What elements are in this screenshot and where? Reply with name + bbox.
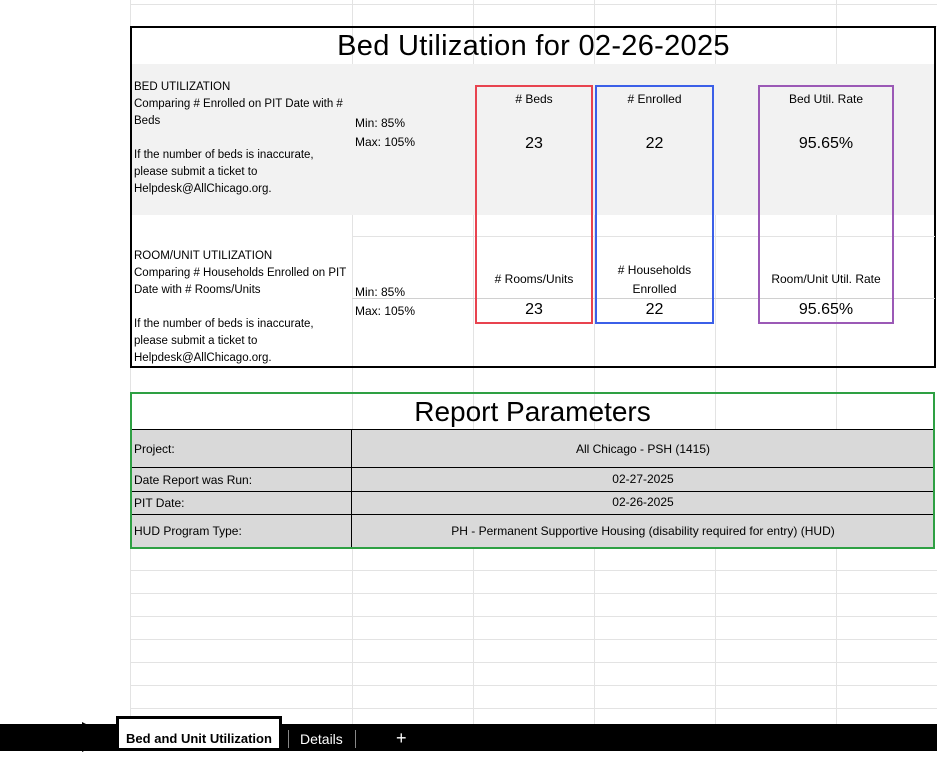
bed-thresholds: Min: 85% Max: 105% — [355, 114, 415, 152]
unit-section-description: ROOM/UNIT UTILIZATION Comparing # Househ… — [134, 248, 350, 367]
tab-separator — [288, 730, 289, 748]
bed-note-3: Helpdesk@AllChicago.org. — [134, 183, 272, 195]
arrow-annotation — [0, 734, 86, 740]
tab-bed-and-unit-utilization[interactable]: Bed and Unit Utilization — [116, 716, 282, 751]
unit-max: Max: 105% — [355, 304, 416, 318]
tab-separator — [355, 730, 356, 748]
report-parameters-box — [130, 392, 935, 549]
bed-note-2: please submit a ticket to — [134, 166, 258, 178]
unit-note-2: please submit a ticket to — [134, 335, 258, 347]
page-title: Bed Utilization for 02-26-2025 — [337, 30, 730, 62]
unit-heading: ROOM/UNIT UTILIZATION — [134, 250, 273, 262]
arrow-head-icon — [82, 722, 112, 752]
tab-details[interactable]: Details — [300, 729, 343, 749]
rate-highlight-box — [758, 85, 894, 324]
enrolled-highlight-box — [595, 85, 714, 324]
unit-desc: Comparing # Households Enrolled on PIT D… — [134, 267, 347, 296]
bed-min: Min: 85% — [355, 116, 406, 130]
unit-thresholds: Min: 85% Max: 105% — [355, 283, 415, 321]
bed-desc: Comparing # Enrolled on PIT Date with # … — [134, 98, 343, 127]
bed-max: Max: 105% — [355, 135, 416, 149]
unit-note-1: If the number of beds is inaccurate, — [134, 318, 314, 330]
beds-highlight-box — [475, 85, 593, 324]
bed-note-1: If the number of beds is inaccurate, — [134, 149, 314, 161]
unit-note-3: Helpdesk@AllChicago.org. — [134, 352, 272, 364]
bed-section-description: BED UTILIZATION Comparing # Enrolled on … — [134, 79, 350, 198]
unit-min: Min: 85% — [355, 285, 406, 299]
add-sheet-button[interactable]: + — [396, 726, 407, 750]
bed-heading: BED UTILIZATION — [134, 81, 231, 93]
